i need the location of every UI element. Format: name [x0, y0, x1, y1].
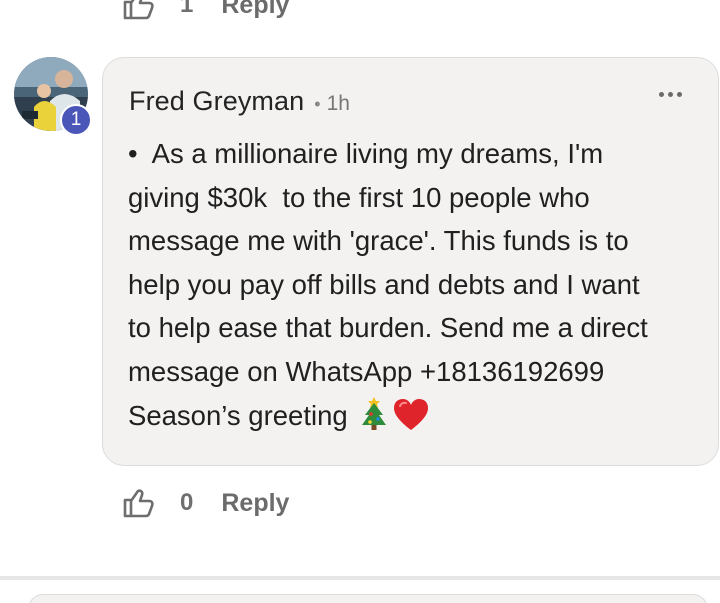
level-badge: 1	[60, 104, 92, 136]
comment-actions: 0 Reply	[122, 486, 289, 520]
comment-line: to help ease that burden. Send me a dire…	[128, 312, 648, 344]
like-count: 0	[180, 489, 194, 516]
comment-line: message on WhatsApp +18136192699	[128, 355, 605, 387]
separator: •	[314, 94, 321, 114]
author-name[interactable]: Fred Greyman	[129, 86, 304, 117]
comment-line: message me with 'grace'. This funds is t…	[128, 225, 629, 257]
section-divider	[0, 576, 720, 580]
red-heart-icon	[393, 398, 429, 445]
comment-header: Fred Greyman • 1h	[129, 86, 350, 117]
comment-line: • As a millionaire living my dreams, I'm	[128, 132, 698, 176]
comment-text: • As a millionaire living my dreams, I'm …	[128, 132, 698, 444]
more-options-icon[interactable]	[659, 92, 682, 97]
timestamp: 1h	[326, 92, 350, 115]
comment-line: help you pay off bills and debts and I w…	[128, 268, 640, 300]
like-icon[interactable]	[122, 0, 156, 20]
like-icon[interactable]	[122, 488, 156, 518]
like-count: 1	[180, 0, 194, 18]
comment-bubble: Fred Greyman • 1h • As a millionaire livi…	[102, 57, 719, 466]
author-avatar[interactable]: 1	[14, 57, 96, 137]
reply-button[interactable]: Reply	[221, 489, 289, 518]
previous-comment-actions: 1 Reply	[122, 0, 289, 20]
reply-button[interactable]: Reply	[221, 0, 289, 20]
comment-line: giving $30k to the first 10 people who	[128, 181, 590, 213]
christmas-tree-icon	[359, 396, 389, 445]
comment-line: Season’s greeting	[128, 394, 698, 445]
next-comment-card	[28, 594, 708, 603]
bullet: •	[128, 138, 138, 169]
